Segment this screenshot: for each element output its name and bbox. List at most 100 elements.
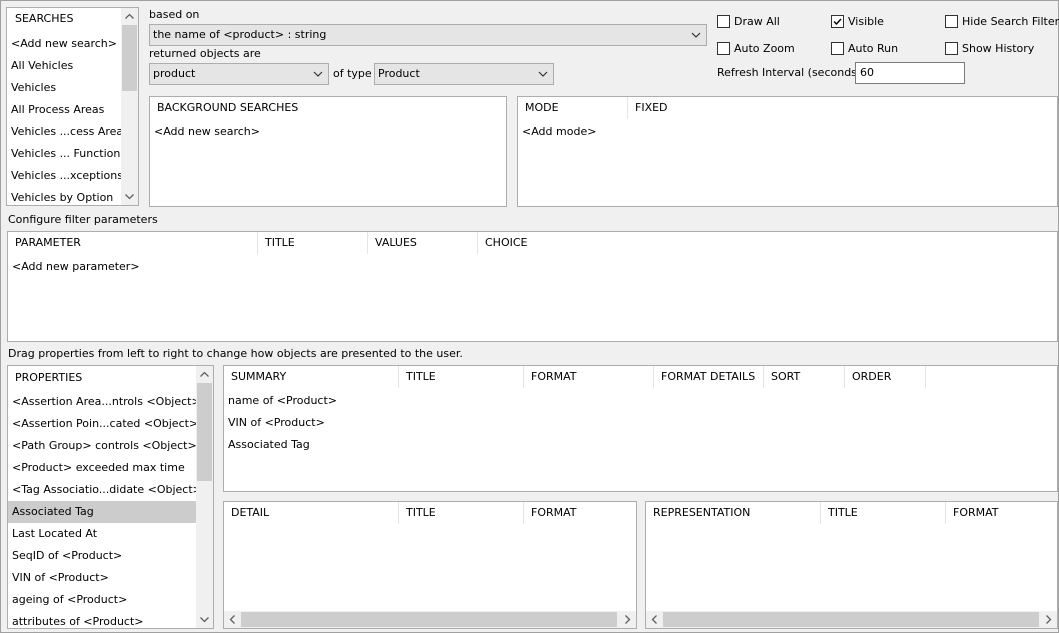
column-header-detail[interactable]: DETAIL — [224, 502, 399, 524]
of-type-label: of type — [333, 67, 372, 80]
based-on-select[interactable]: the name of <product> : string — [149, 24, 707, 46]
column-header-order[interactable]: ORDER — [845, 366, 926, 388]
scroll-thumb[interactable] — [663, 612, 1039, 627]
checkmark-icon — [833, 18, 842, 25]
refresh-interval-input[interactable]: 60 — [855, 62, 965, 84]
column-header-choice[interactable]: CHOICE — [478, 232, 1057, 254]
hide-search-filter-checkbox[interactable]: Hide Search Filter — [945, 13, 1059, 29]
chevron-down-icon — [538, 64, 548, 84]
returned-objects-value: product — [153, 67, 196, 80]
list-item[interactable]: attributes of <Product> — [8, 611, 196, 628]
add-parameter-item[interactable]: <Add new parameter> — [8, 256, 1057, 278]
based-on-label: based on — [149, 8, 200, 21]
visible-checkbox[interactable]: Visible — [831, 13, 884, 29]
background-searches-panel[interactable]: BACKGROUND SEARCHES <Add new search> — [149, 96, 507, 207]
mode-panel[interactable]: MODE FIXED <Add mode> — [517, 96, 1058, 207]
type-select[interactable]: Product — [374, 63, 554, 85]
properties-scrollbar[interactable] — [196, 366, 213, 628]
returned-objects-select[interactable]: product — [149, 63, 329, 85]
list-item[interactable]: <Assertion Area...ntrols <Object> — [8, 391, 196, 413]
checkbox-box[interactable] — [945, 14, 958, 28]
scroll-down-icon[interactable] — [121, 188, 138, 205]
detail-panel[interactable]: DETAIL TITLE FORMAT — [223, 501, 637, 629]
list-item[interactable]: Last Located At — [8, 523, 196, 545]
scroll-right-icon[interactable] — [619, 611, 636, 628]
show-history-checkbox[interactable]: Show History — [945, 40, 1034, 56]
refresh-interval-label: Refresh Interval (seconds) — [717, 66, 862, 79]
list-item[interactable]: Vehicles ...cess Area — [7, 121, 121, 143]
list-item[interactable]: Vehicles — [7, 77, 121, 99]
auto-run-checkbox[interactable]: Auto Run — [831, 40, 898, 56]
representation-panel[interactable]: REPRESENTATION TITLE FORMAT — [645, 501, 1058, 629]
column-header-background-searches[interactable]: BACKGROUND SEARCHES — [150, 97, 506, 119]
searches-list[interactable]: SEARCHES <Add new search> All Vehicles V… — [6, 7, 139, 206]
scroll-left-icon[interactable] — [646, 611, 663, 628]
column-header-format-details[interactable]: FORMAT DETAILS — [654, 366, 764, 388]
summary-row[interactable]: Associated Tag — [224, 434, 1057, 456]
column-header-title[interactable]: TITLE — [399, 502, 524, 524]
draw-all-label: Draw All — [734, 14, 780, 28]
properties-header[interactable]: PROPERTIES — [15, 367, 82, 389]
filter-parameters-panel[interactable]: PARAMETER TITLE VALUES CHOICE <Add new p… — [7, 231, 1058, 342]
column-header-summary[interactable]: SUMMARY — [224, 366, 399, 388]
list-item[interactable]: All Process Areas — [7, 99, 121, 121]
column-header-title[interactable]: TITLE — [821, 502, 946, 524]
list-item[interactable]: <Tag Associatio...didate <Object> — [8, 479, 196, 501]
checkbox-box[interactable] — [831, 14, 844, 28]
checkbox-box[interactable] — [717, 14, 730, 28]
list-item[interactable]: SeqID of <Product> — [8, 545, 196, 567]
list-item[interactable]: <Assertion Poin...cated <Object> — [8, 413, 196, 435]
column-header-title[interactable]: TITLE — [399, 366, 524, 388]
chevron-down-icon — [313, 64, 323, 84]
scroll-right-icon[interactable] — [1040, 611, 1057, 628]
scroll-up-icon[interactable] — [196, 366, 213, 383]
column-header-values[interactable]: VALUES — [368, 232, 478, 254]
list-item[interactable]: VIN of <Product> — [8, 567, 196, 589]
summary-panel[interactable]: SUMMARY TITLE FORMAT FORMAT DETAILS SORT… — [223, 365, 1058, 492]
scroll-up-icon[interactable] — [121, 8, 138, 25]
column-header-sort[interactable]: SORT — [764, 366, 845, 388]
checkbox-box[interactable] — [945, 41, 958, 55]
draw-all-checkbox[interactable]: Draw All — [717, 13, 780, 29]
column-header-format[interactable]: FORMAT — [524, 502, 636, 524]
searches-header[interactable]: SEARCHES — [15, 8, 73, 30]
list-item-selected[interactable]: Associated Tag — [8, 501, 196, 523]
list-item[interactable]: <Path Group> controls <Object> — [8, 435, 196, 457]
representation-scrollbar[interactable] — [646, 611, 1057, 628]
summary-row[interactable]: name of <Product> — [224, 390, 1057, 412]
checkbox-box[interactable] — [717, 41, 730, 55]
scroll-thumb[interactable] — [197, 383, 212, 481]
list-item[interactable]: ageing of <Product> — [8, 589, 196, 611]
show-history-label: Show History — [962, 41, 1035, 55]
properties-list[interactable]: PROPERTIES <Assertion Area...ntrols <Obj… — [7, 365, 214, 629]
list-item[interactable]: Vehicles by Option — [7, 187, 121, 205]
scroll-thumb[interactable] — [122, 25, 137, 91]
column-header-format[interactable]: FORMAT — [946, 502, 1057, 524]
column-header-format[interactable]: FORMAT — [524, 366, 654, 388]
checkbox-box[interactable] — [831, 41, 844, 55]
scroll-thumb[interactable] — [241, 612, 617, 627]
list-item[interactable]: <Add new search> — [7, 33, 121, 55]
searches-scrollbar[interactable] — [121, 8, 138, 205]
list-item[interactable]: <Product> exceeded max time — [8, 457, 196, 479]
summary-row[interactable]: VIN of <Product> — [224, 412, 1057, 434]
column-header-parameter[interactable]: PARAMETER — [8, 232, 258, 254]
list-item[interactable]: Vehicles ...xceptions — [7, 165, 121, 187]
detail-scrollbar[interactable] — [224, 611, 636, 628]
list-item[interactable]: All Vehicles — [7, 55, 121, 77]
column-header-fixed[interactable]: FIXED — [628, 97, 1057, 119]
scroll-down-icon[interactable] — [196, 611, 213, 628]
add-background-search-item[interactable]: <Add new search> — [150, 121, 506, 143]
auto-zoom-checkbox[interactable]: Auto Zoom — [717, 40, 795, 56]
column-header-title[interactable]: TITLE — [258, 232, 368, 254]
filter-parameters-title: Configure filter parameters — [8, 213, 158, 226]
scroll-left-icon[interactable] — [224, 611, 241, 628]
hide-search-filter-label: Hide Search Filter — [962, 14, 1059, 28]
column-header-representation[interactable]: REPRESENTATION — [646, 502, 821, 524]
based-on-value: the name of <product> : string — [153, 28, 327, 41]
auto-run-label: Auto Run — [848, 41, 899, 55]
list-item[interactable]: Vehicles ... Function — [7, 143, 121, 165]
column-header-mode[interactable]: MODE — [518, 97, 628, 119]
drag-hint-text: Drag properties from left to right to ch… — [8, 347, 463, 360]
add-mode-item[interactable]: <Add mode> — [518, 121, 1057, 143]
